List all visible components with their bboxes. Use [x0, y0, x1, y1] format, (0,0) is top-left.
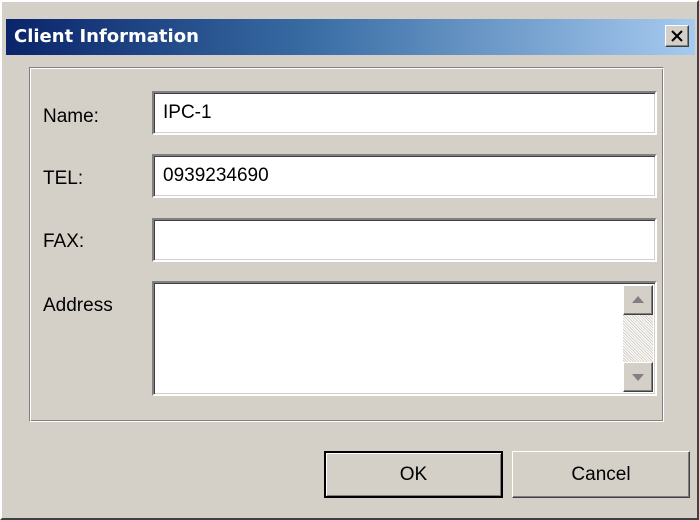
fax-field[interactable] [152, 218, 657, 262]
address-scrollbar[interactable] [623, 285, 653, 392]
name-field[interactable]: IPC-1 [152, 91, 657, 135]
cancel-button[interactable]: Cancel [512, 451, 690, 498]
name-value: IPC-1 [163, 102, 212, 123]
name-label: Name: [43, 106, 99, 127]
tel-field[interactable]: 0939234690 [152, 154, 657, 198]
window-title: Client Information [14, 26, 199, 47]
fax-label: FAX: [43, 231, 85, 252]
scroll-down-button[interactable] [623, 362, 653, 392]
scroll-up-button[interactable] [623, 285, 653, 315]
close-button[interactable] [665, 25, 689, 47]
tel-label: TEL: [43, 168, 84, 189]
tel-value: 0939234690 [163, 165, 269, 186]
address-label: Address [43, 295, 113, 316]
scroll-up-arrow-icon [632, 296, 644, 303]
address-textarea[interactable] [152, 281, 657, 396]
title-bar[interactable]: Client Information [6, 19, 695, 55]
ok-button[interactable]: OK [324, 451, 503, 498]
scroll-down-arrow-icon [632, 374, 644, 381]
close-icon [671, 30, 683, 42]
client-information-dialog: Client Information Name: IPC-1 TEL: 0939… [0, 0, 699, 520]
